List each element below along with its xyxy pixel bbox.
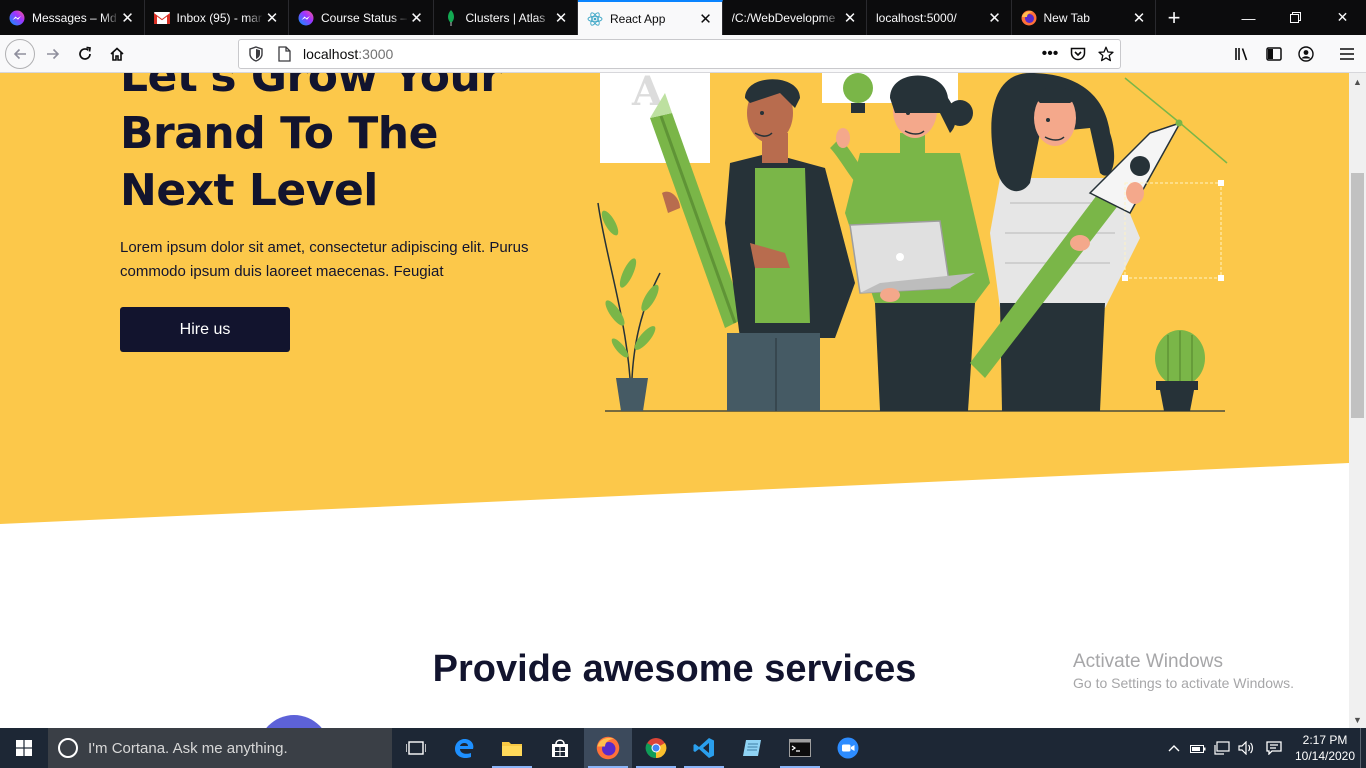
windows-taskbar: I'm Cortana. Ask me anything. 2:17 PM 10… — [0, 728, 1366, 768]
url-bar[interactable]: localhost:3000 ••• — [238, 39, 1121, 69]
battery-icon[interactable] — [1186, 728, 1210, 768]
show-hidden-icons-icon[interactable] — [1162, 728, 1186, 768]
file-explorer-icon[interactable] — [488, 728, 536, 768]
tab-title: Course Status – — [321, 10, 408, 25]
page-actions-icon[interactable]: ••• — [1036, 41, 1064, 67]
page-viewport: Let's Grow Your Brand To The Next Level … — [0, 73, 1349, 728]
tab-title: Messages – Md — [32, 10, 117, 25]
volume-icon[interactable] — [1234, 728, 1258, 768]
mongodb-leaf-icon — [443, 9, 459, 26]
notification-center-icon[interactable] — [1258, 728, 1290, 768]
window-controls: — ✕ — [1225, 0, 1366, 35]
tab-title: /C:/WebDevelopme — [731, 10, 836, 25]
hamburger-menu-icon[interactable] — [1332, 39, 1362, 69]
cortana-placeholder: I'm Cortana. Ask me anything. — [88, 739, 288, 757]
hero-description: Lorem ipsum dolor sit amet, consectetur … — [120, 239, 529, 280]
tab-title: localhost:5000/ — [876, 10, 957, 25]
tracking-protection-shield-icon[interactable] — [245, 43, 267, 65]
pocket-icon[interactable] — [1064, 41, 1092, 67]
gmail-icon — [153, 10, 170, 26]
scroll-up-arrow-icon[interactable]: ▲ — [1349, 73, 1366, 90]
tab-react-app[interactable]: React App ✕ — [578, 0, 723, 35]
tab-webdevelopment-file[interactable]: /C:/WebDevelopme ✕ — [723, 0, 867, 35]
close-tab-icon[interactable]: ✕ — [553, 10, 569, 27]
clock-date: 10/14/2020 — [1294, 749, 1356, 763]
zoom-icon[interactable] — [824, 728, 872, 768]
hire-us-button[interactable]: Hire us — [120, 307, 290, 352]
service-icon-circle — [258, 715, 330, 728]
show-desktop-button[interactable] — [1360, 728, 1366, 768]
close-window-icon[interactable]: ✕ — [1319, 0, 1366, 35]
tab-title: Clusters | Atlas — [465, 10, 546, 25]
firefox-taskbar-icon[interactable] — [584, 728, 632, 768]
messenger-icon — [298, 10, 314, 26]
back-button[interactable] — [5, 39, 35, 69]
scrollbar-thumb[interactable] — [1351, 173, 1364, 418]
activate-windows-title: Activate Windows — [1073, 651, 1223, 672]
close-tab-icon[interactable]: ✕ — [987, 10, 1003, 27]
minimize-icon[interactable]: — — [1225, 0, 1272, 35]
notepad-icon[interactable] — [728, 728, 776, 768]
tab-inbox[interactable]: Inbox (95) - mar ✕ — [145, 0, 289, 35]
url-text: localhost:3000 — [303, 46, 1036, 62]
account-icon[interactable] — [1291, 39, 1321, 69]
activate-windows-subtitle: Go to Settings to activate Windows. — [1073, 675, 1294, 691]
edge-browser-icon[interactable] — [440, 728, 488, 768]
sidebar-toggle-icon[interactable] — [1259, 39, 1289, 69]
tab-localhost-5000[interactable]: localhost:5000/ ✕ — [867, 0, 1012, 35]
cortana-search-box[interactable]: I'm Cortana. Ask me anything. — [48, 728, 392, 768]
lightbulb-icon — [843, 73, 873, 103]
scroll-down-arrow-icon[interactable]: ▼ — [1349, 711, 1366, 728]
system-tray: 2:17 PM 10/14/2020 — [1162, 728, 1366, 768]
forward-button[interactable] — [38, 39, 68, 69]
clock-time: 2:17 PM — [1302, 733, 1348, 747]
restore-icon[interactable] — [1272, 0, 1319, 35]
team-illustration: A — [597, 73, 1228, 412]
task-view-icon[interactable] — [392, 728, 440, 768]
chrome-icon[interactable] — [632, 728, 680, 768]
close-tab-icon[interactable]: ✕ — [409, 10, 425, 27]
tab-clusters-atlas[interactable]: Clusters | Atlas ✕ — [434, 0, 578, 35]
tab-course-status[interactable]: Course Status – ✕ — [289, 0, 434, 35]
home-button[interactable] — [102, 39, 132, 69]
close-tab-icon[interactable]: ✕ — [842, 10, 858, 27]
vscode-icon[interactable] — [680, 728, 728, 768]
cortana-icon — [58, 738, 78, 758]
url-port: :3000 — [358, 46, 394, 62]
network-icon[interactable] — [1210, 728, 1234, 768]
tab-title: React App — [610, 11, 666, 26]
react-icon — [587, 11, 603, 27]
new-tab-button[interactable]: + — [1156, 0, 1192, 35]
page-scrollbar[interactable]: ▲ ▼ — [1349, 73, 1366, 728]
close-tab-icon[interactable]: ✕ — [120, 10, 136, 27]
tab-messages[interactable]: Messages – Md ✕ — [0, 0, 145, 35]
hero-title: Let's Grow Your Brand To The Next Level — [120, 73, 502, 216]
library-icon[interactable] — [1227, 39, 1257, 69]
close-tab-icon[interactable]: ✕ — [264, 10, 280, 27]
navigation-toolbar: localhost:3000 ••• — [0, 35, 1366, 73]
windows-start-button[interactable] — [0, 728, 48, 768]
url-host: localhost — [303, 46, 359, 62]
microsoft-store-icon[interactable] — [536, 728, 584, 768]
firefox-icon — [1021, 10, 1037, 26]
page-info-icon[interactable] — [273, 43, 295, 65]
activate-windows-watermark: Activate Windows Go to Settings to activ… — [1073, 651, 1294, 691]
taskbar-clock[interactable]: 2:17 PM 10/14/2020 — [1290, 732, 1360, 764]
tab-title: Inbox (95) - mar — [176, 10, 262, 25]
close-tab-icon[interactable]: ✕ — [698, 11, 714, 28]
tab-title: New Tab — [1043, 10, 1090, 25]
close-tab-icon[interactable]: ✕ — [1131, 10, 1147, 27]
bookmark-star-icon[interactable] — [1092, 41, 1120, 67]
tab-strip: Messages – Md ✕ Inbox (95) - mar ✕ Cours… — [0, 0, 1366, 35]
terminal-icon[interactable] — [776, 728, 824, 768]
reload-button[interactable] — [70, 39, 100, 69]
tab-new-tab[interactable]: New Tab ✕ — [1012, 0, 1156, 35]
messenger-icon — [9, 10, 25, 26]
